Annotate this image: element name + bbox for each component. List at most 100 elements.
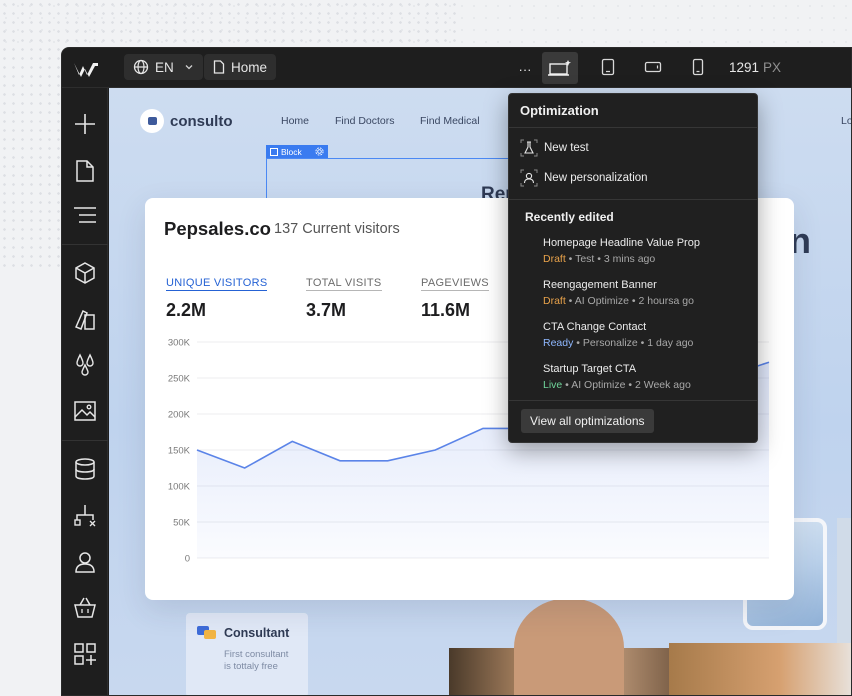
recent-item[interactable]: Reengagement Banner Draft • AI Optimize … [543,277,694,309]
canvas-width-unit: PX [763,60,782,75]
block-tag-label: Block [281,146,302,157]
site-nav-find-doctors[interactable]: Find Doctors [335,115,395,127]
mobile-portrait-icon [692,58,704,76]
site-nav-find-medical[interactable]: Find Medical [420,115,480,127]
style-selectors-icon[interactable] [73,307,97,331]
language-selector[interactable]: EN [124,54,203,80]
background-dot-pattern-top [0,0,852,48]
recent-item-time: 2 Week ago [634,379,691,391]
recent-item[interactable]: Startup Target CTA Live • AI Optimize • … [543,361,691,393]
person-icon [520,169,538,187]
metric-value: 2.2M [166,300,207,320]
webflow-logo-icon[interactable] [72,60,100,78]
y-tick-label: 100K [168,482,191,493]
metric-pageviews[interactable]: PAGEVIEWS 11.6M [421,273,489,321]
sidebar-divider [62,244,108,245]
y-tick-label: 200K [168,410,191,421]
optimization-dropdown: Optimization New test New personalizatio… [508,93,758,443]
selected-block-tag[interactable]: Block [266,145,328,158]
recent-item-time: 3 mins ago [603,253,656,265]
recent-item-time: 1 day ago [647,337,694,349]
status-badge: Live [543,379,563,391]
gear-icon[interactable] [315,147,324,156]
new-test-item[interactable]: New test [520,139,589,157]
tablet-icon [601,58,615,76]
desktop-star-icon [548,60,571,76]
recent-item-type: Test [575,253,595,265]
recent-item-time: 2 hoursa go [638,295,694,307]
metric-label: UNIQUE VISITORS [166,277,268,291]
recent-item-type: Personalize [582,337,638,349]
site-nav-login[interactable]: Lo [841,115,851,127]
logic-flow-icon[interactable] [73,504,97,528]
users-icon[interactable] [73,550,97,574]
consultant-subtitle-line2: is tottaly free [224,661,278,672]
site-name: Pepsales.co [164,218,271,239]
landscape-breakpoint-button[interactable] [642,56,664,78]
components-cube-icon[interactable] [73,261,97,285]
status-badge: Draft [543,295,566,307]
add-icon[interactable] [73,112,97,136]
y-tick-label: 50K [173,518,191,529]
side-photo [837,518,851,658]
recent-item[interactable]: Homepage Headline Value Prop Draft • Tes… [543,235,700,267]
globe-icon [133,59,149,75]
metric-total-visits[interactable]: TOTAL VISITS 3.7M [306,273,382,321]
apps-icon[interactable] [73,642,97,666]
new-personalization-item[interactable]: New personalization [520,169,648,187]
site-logo-mark-icon [140,109,164,133]
top-toolbar: EN Home ··· 1291 PX [62,48,851,88]
site-nav-home[interactable]: Home [281,115,309,127]
canvas-width-value: 1291 [729,60,760,75]
recent-item-name: CTA Change Contact [543,321,647,333]
new-personalization-label: New personalization [544,172,648,184]
variables-drops-icon[interactable] [73,352,97,376]
y-tick-label: 150K [168,446,191,457]
recent-item-type: AI Optimize [574,295,629,307]
y-tick-label: 250K [168,374,191,385]
more-button[interactable]: ··· [514,58,536,80]
y-tick-label: 300K [168,338,191,349]
dropdown-divider [509,199,757,200]
navigator-icon[interactable] [73,203,97,227]
recent-item[interactable]: CTA Change Contact Ready • Personalize •… [543,319,693,351]
status-badge: Draft [543,253,566,265]
view-all-optimizations-button[interactable]: View all optimizations [521,409,654,433]
cms-database-icon[interactable] [73,457,97,481]
consultant-subtitle-line1: First consultant [224,649,289,660]
mobile-landscape-icon [644,61,662,73]
flask-icon [520,139,538,157]
dropdown-title: Optimization [520,103,599,118]
page-selector[interactable]: Home [204,54,277,80]
chat-bubbles-icon [197,626,216,639]
current-visitors: 137 Current visitors [274,221,400,237]
site-logo[interactable]: consulto [140,109,233,133]
assets-image-icon[interactable] [73,398,97,422]
status-badge: Ready [543,337,574,349]
hero-photo-bg-right [669,643,851,695]
consultant-card: Consultant First consultant is tottaly f… [186,613,308,695]
new-test-label: New test [544,142,589,154]
portrait-breakpoint-button[interactable] [687,56,709,78]
left-sidebar [62,88,108,695]
recently-edited-heading: Recently edited [525,210,614,224]
block-square-icon [270,147,278,156]
y-tick-label: 0 [185,554,190,565]
page-icon [213,60,225,74]
tablet-breakpoint-button[interactable] [597,56,619,78]
metric-label: TOTAL VISITS [306,277,382,291]
optimize-breakpoint-button[interactable] [542,52,578,84]
pages-icon[interactable] [73,159,97,183]
page-label: Home [231,59,268,75]
recent-item-name: Reengagement Banner [543,279,657,291]
canvas-width-readout[interactable]: 1291 PX [729,60,781,75]
recent-item-name: Startup Target CTA [543,363,637,375]
recent-item-name: Homepage Headline Value Prop [543,237,700,249]
metric-value: 11.6M [421,300,471,320]
recent-item-type: AI Optimize [571,379,626,391]
dropdown-divider [509,127,757,128]
metric-label: PAGEVIEWS [421,277,489,291]
metric-value: 3.7M [306,300,347,320]
ecommerce-basket-icon[interactable] [73,595,97,619]
metric-unique-visitors[interactable]: UNIQUE VISITORS 2.2M [166,273,268,321]
